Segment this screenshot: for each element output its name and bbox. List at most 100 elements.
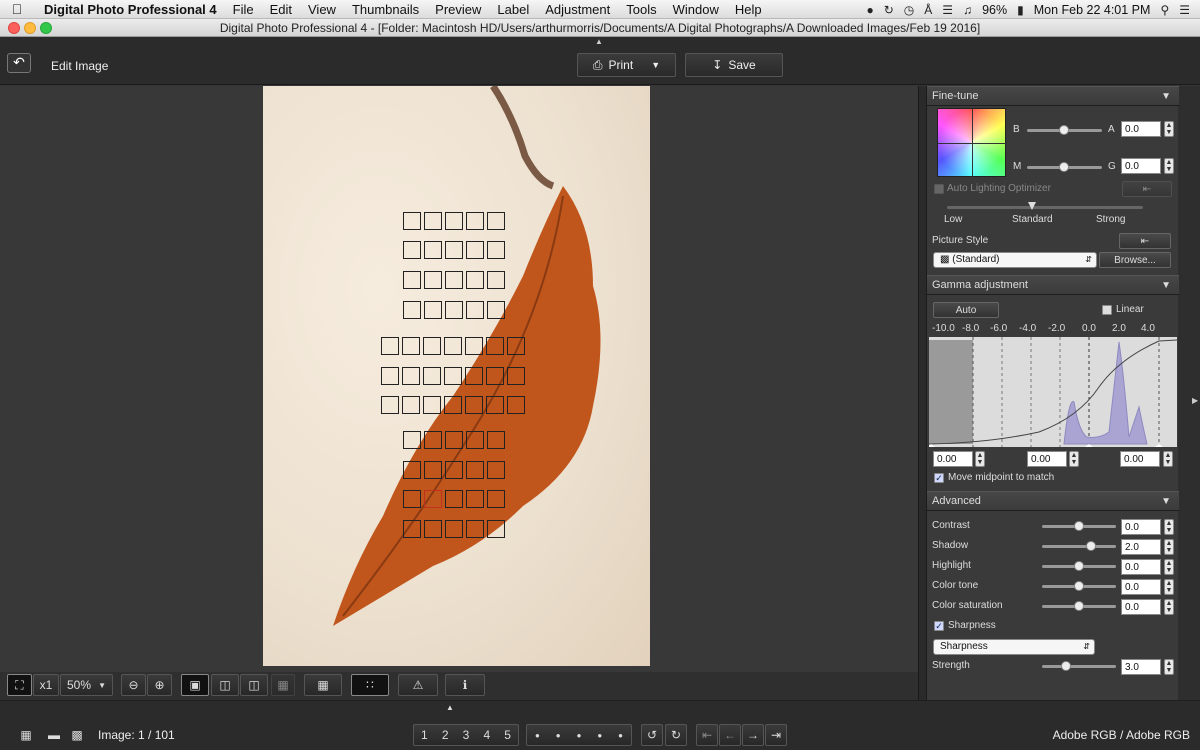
bluetooth-icon[interactable]: Å xyxy=(924,3,932,17)
sync-icon[interactable]: ↻ xyxy=(884,3,894,17)
zoom-in-button[interactable]: ⊕ xyxy=(147,674,172,696)
minimize-window-icon[interactable] xyxy=(24,22,36,34)
gamma-auto-button[interactable]: Auto xyxy=(933,302,999,318)
g-stepper[interactable]: ▲ ▼ xyxy=(1164,158,1174,174)
menu-window[interactable]: Window xyxy=(665,2,727,17)
fine-tune-header[interactable]: Fine-tune ▼ xyxy=(927,86,1179,106)
rotate-right-button[interactable]: ↻ xyxy=(665,724,687,746)
spotlight-icon[interactable]: ⚲ xyxy=(1160,3,1169,17)
last-image-button[interactable]: ⇥ xyxy=(765,724,787,746)
menu-preview[interactable]: Preview xyxy=(427,2,489,17)
menu-file[interactable]: File xyxy=(225,2,262,17)
move-midpoint-checkbox[interactable]: ✓ xyxy=(934,473,944,483)
linear-checkbox[interactable] xyxy=(1102,305,1112,315)
grid-layout-button[interactable]: ▦ xyxy=(14,724,38,746)
zoom-window-icon[interactable] xyxy=(40,22,52,34)
color-saturation-slider[interactable] xyxy=(1042,601,1116,611)
rotate-left-button[interactable]: ↺ xyxy=(641,724,663,746)
time-machine-icon[interactable]: ◷ xyxy=(904,3,914,17)
back-button[interactable]: ↶ xyxy=(7,53,31,73)
menu-tools[interactable]: Tools xyxy=(618,2,664,17)
rating-2[interactable]: 2 xyxy=(442,728,449,742)
white-point-field[interactable]: 0.00 xyxy=(1120,451,1160,467)
collapse-chevron-icon[interactable]: ▼ xyxy=(1161,492,1171,511)
expand-thumbnails-icon[interactable]: ▲ xyxy=(446,703,455,712)
menu-clock[interactable]: Mon Feb 22 4:01 PM xyxy=(1034,3,1151,17)
previous-image-button[interactable]: ← xyxy=(719,724,741,746)
info-button[interactable]: ℹ xyxy=(445,674,485,696)
strength-value-field[interactable]: 3.0 xyxy=(1121,659,1161,675)
color-tone-stepper[interactable]: ▲ ▼ xyxy=(1164,579,1174,595)
shadow-slider-knob[interactable] xyxy=(1085,541,1096,551)
midpoint-field[interactable]: 0.00 xyxy=(1027,451,1067,467)
panel-splitter[interactable] xyxy=(918,86,926,700)
first-image-button[interactable]: ⇤ xyxy=(696,724,718,746)
notification-center-icon[interactable]: ☰ xyxy=(1179,3,1190,17)
shadow-value-field[interactable]: 2.0 xyxy=(1121,539,1161,555)
zoom-100-button[interactable]: x1 xyxy=(33,674,59,696)
a-stepper[interactable]: ▲ ▼ xyxy=(1164,121,1174,137)
black-point-field[interactable]: 0.00 xyxy=(933,451,973,467)
browse-button[interactable]: Browse... xyxy=(1099,252,1171,268)
strength-stepper[interactable]: ▲ ▼ xyxy=(1164,659,1174,675)
highlight-stepper[interactable]: ▲ ▼ xyxy=(1164,559,1174,575)
color-saturation-slider-knob[interactable] xyxy=(1074,601,1084,611)
picture-style-select[interactable]: ▩ (Standard) ⇵ xyxy=(933,252,1097,268)
white-point-stepper[interactable]: ▲ ▼ xyxy=(1163,451,1173,467)
creative-cloud-icon[interactable]: ● xyxy=(866,3,873,17)
color-tone-value-field[interactable]: 0.0 xyxy=(1121,579,1161,595)
highlight-warning-button[interactable]: ⚠ xyxy=(398,674,438,696)
af-points-toggle-button[interactable]: ∷ xyxy=(351,674,389,696)
list-layout-button[interactable]: ▩ xyxy=(66,724,88,746)
color-saturation-stepper[interactable]: ▲ ▼ xyxy=(1164,599,1174,615)
multi-view-button[interactable]: ▦ xyxy=(271,674,295,696)
a-value-field[interactable]: 0.0 xyxy=(1121,121,1161,137)
collapse-toolbar-icon[interactable]: ▲ xyxy=(595,37,603,46)
contrast-stepper[interactable]: ▲ ▼ xyxy=(1164,519,1174,535)
fit-to-window-button[interactable]: ⛶ xyxy=(7,674,32,696)
next-image-button[interactable]: → xyxy=(742,724,764,746)
black-point-stepper[interactable]: ▲ ▼ xyxy=(975,451,985,467)
color-saturation-value-field[interactable]: 0.0 xyxy=(1121,599,1161,615)
label-dot-1[interactable]: ● xyxy=(535,731,540,740)
gamma-histogram[interactable] xyxy=(929,337,1177,447)
rating-3[interactable]: 3 xyxy=(463,728,470,742)
collapse-chevron-icon[interactable]: ▼ xyxy=(1161,87,1171,106)
menu-edit[interactable]: Edit xyxy=(262,2,300,17)
menu-thumbnails[interactable]: Thumbnails xyxy=(344,2,427,17)
app-menu[interactable]: Digital Photo Professional 4 xyxy=(34,2,225,17)
color-balance-wheel[interactable] xyxy=(937,108,1007,178)
highlight-slider[interactable] xyxy=(1042,561,1116,571)
midpoint-stepper[interactable]: ▲ ▼ xyxy=(1069,451,1079,467)
highlight-value-field[interactable]: 0.0 xyxy=(1121,559,1161,575)
gamma-header[interactable]: Gamma adjustment ▼ xyxy=(927,275,1179,295)
compare-view-button[interactable]: ◫ xyxy=(211,674,239,696)
highlight-slider-knob[interactable] xyxy=(1074,561,1084,571)
contrast-slider-knob[interactable] xyxy=(1074,521,1084,531)
menu-help[interactable]: Help xyxy=(727,2,770,17)
shadow-slider[interactable] xyxy=(1042,541,1116,551)
grid-overlay-button[interactable]: ▦ xyxy=(304,674,342,696)
strength-slider-knob[interactable] xyxy=(1061,661,1072,671)
m-g-slider-knob[interactable] xyxy=(1059,162,1069,172)
alo-strength-slider[interactable] xyxy=(947,202,1143,210)
battery-percent[interactable]: 96% xyxy=(982,3,1007,17)
picture-style-reset-button[interactable]: ⇤ xyxy=(1119,233,1171,249)
save-button[interactable]: ↧ Save xyxy=(685,53,783,77)
panel-collapse-icon[interactable]: ▶ xyxy=(1192,396,1198,405)
sharpness-checkbox[interactable]: ✓ xyxy=(934,621,944,631)
label-dot-3[interactable]: ● xyxy=(577,731,582,740)
print-button[interactable]: ⎙ Print ▼ xyxy=(577,53,676,77)
alo-checkbox[interactable] xyxy=(934,184,944,194)
wifi-icon[interactable]: ☰ xyxy=(942,3,953,17)
label-dot-5[interactable]: ● xyxy=(618,731,623,740)
shadow-stepper[interactable]: ▲ ▼ xyxy=(1164,539,1174,555)
label-dot-2[interactable]: ● xyxy=(556,731,561,740)
color-tone-slider[interactable] xyxy=(1042,581,1116,591)
strength-slider[interactable] xyxy=(1042,661,1116,671)
b-a-slider[interactable] xyxy=(1027,125,1102,135)
zoom-select[interactable]: 50% ▼ xyxy=(60,674,113,696)
apple-icon[interactable]:  xyxy=(0,1,34,17)
zoom-out-button[interactable]: ⊖ xyxy=(121,674,146,696)
contrast-slider[interactable] xyxy=(1042,521,1116,531)
